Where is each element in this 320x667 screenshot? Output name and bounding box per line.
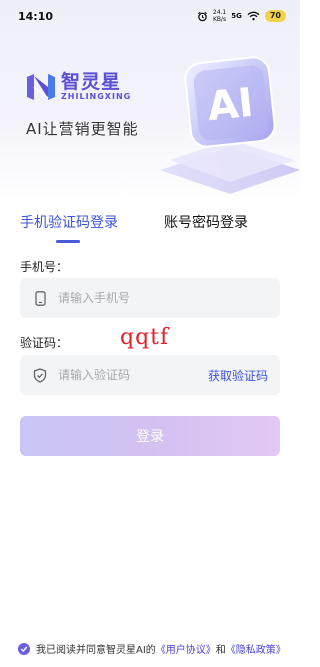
network-speed: 24.1 KB/s (213, 9, 226, 23)
phone-icon (32, 290, 48, 306)
shield-check-icon (32, 367, 48, 383)
tab-sms-login[interactable]: 手机验证码登录 (20, 212, 118, 232)
network-type: 5G (231, 12, 242, 20)
code-input[interactable] (58, 368, 208, 382)
hero-banner: 14:10 24.1 KB/s 5G 70 智灵星 ZHILINGXING AI… (0, 0, 300, 200)
phone-input[interactable] (58, 291, 268, 305)
get-code-button[interactable]: 获取验证码 (208, 367, 268, 384)
ai-badge-text: AI (205, 80, 255, 131)
wifi-icon (247, 11, 260, 21)
tab-password-login[interactable]: 账号密码登录 (164, 212, 248, 232)
code-field[interactable]: 获取验证码 (20, 355, 280, 395)
agreement-prefix: 我已阅读并同意智灵星AI的 (36, 645, 156, 656)
tab-active-indicator (56, 240, 80, 243)
brand-name-cn: 智灵星 (61, 71, 122, 93)
login-button[interactable]: 登录 (20, 416, 280, 456)
status-time: 14:10 (18, 9, 54, 23)
ai-cube-illustration: AI (160, 56, 300, 194)
agreement-checkbox[interactable] (18, 642, 30, 655)
code-label: 验证码： (20, 336, 69, 350)
agreement-row: 我已阅读并同意智灵星AI的《用户协议》和《隐私政策》 (18, 641, 286, 656)
brand-name-en: ZHILINGXING (61, 92, 132, 101)
privacy-policy-link[interactable]: 《隐私政策》 (226, 645, 286, 656)
status-icons: 24.1 KB/s 5G 70 (197, 9, 286, 23)
agreement-middle: 和 (215, 645, 226, 656)
brand-logo-icon (27, 73, 55, 100)
user-agreement-link[interactable]: 《用户协议》 (156, 645, 216, 656)
network-speed-value: 24.1 (212, 9, 227, 16)
network-speed-unit: KB/s (212, 16, 227, 23)
alarm-icon (197, 11, 207, 21)
check-icon (20, 646, 28, 652)
phone-label: 手机号： (20, 260, 69, 274)
brand-tagline: AI让营销更智能 (26, 120, 139, 138)
battery-indicator: 70 (264, 10, 286, 22)
phone-field[interactable] (20, 278, 280, 318)
login-tabs: 手机验证码登录 账号密码登录 (0, 212, 300, 252)
brand-logo: 智灵星 ZHILINGXING (25, 72, 131, 101)
status-bar: 14:10 24.1 KB/s 5G 70 (0, 0, 300, 32)
overlay-text: qqtf (120, 325, 170, 350)
